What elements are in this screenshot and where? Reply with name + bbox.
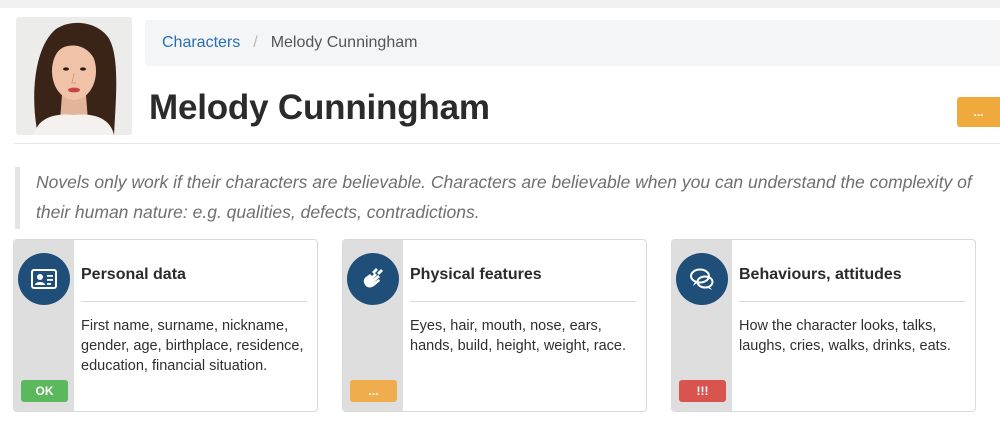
page-title: Melody Cunningham — [149, 88, 490, 127]
card-personal-data[interactable]: OK Personal data First name, surname, ni… — [13, 239, 318, 412]
character-portrait — [16, 17, 132, 135]
card-behaviours-attitudes[interactable]: !!! Behaviours, attitudes How the charac… — [671, 239, 976, 412]
card-sidebar: !!! — [672, 240, 732, 411]
card-sidebar: OK — [14, 240, 74, 411]
header-divider — [14, 143, 1000, 144]
status-badge-alert: !!! — [679, 380, 726, 402]
breadcrumb-characters-link[interactable]: Characters — [162, 34, 240, 52]
card-content: Physical features Eyes, hair, mouth, nos… — [410, 240, 636, 356]
card-title: Physical features — [410, 266, 636, 302]
card-sidebar: ... — [343, 240, 403, 411]
more-options-button[interactable]: ... — [957, 97, 1000, 127]
top-bar — [0, 0, 1000, 8]
status-badge-ok: OK — [21, 380, 68, 402]
card-title: Personal data — [81, 266, 307, 302]
card-content: Behaviours, attitudes How the character … — [739, 240, 965, 356]
chat-bubbles-icon — [676, 253, 728, 305]
card-content: Personal data First name, surname, nickn… — [81, 240, 307, 376]
breadcrumb-current: Melody Cunningham — [270, 34, 418, 51]
card-title: Behaviours, attitudes — [739, 266, 965, 302]
id-card-icon — [18, 253, 70, 305]
avatar — [16, 17, 132, 135]
card-description: Eyes, hair, mouth, nose, ears, hands, bu… — [410, 318, 627, 354]
status-badge-pending: ... — [350, 380, 397, 402]
card-description: First name, surname, nickname, gender, a… — [81, 318, 304, 374]
sign-language-icon — [347, 253, 399, 305]
breadcrumb: Characters / Melody Cunningham — [145, 20, 1000, 66]
intro-quote: Novels only work if their characters are… — [15, 167, 985, 229]
breadcrumb-separator: / — [253, 34, 258, 51]
card-description: How the character looks, talks, laughs, … — [739, 318, 951, 354]
card-physical-features[interactable]: ... Physical features Eyes, hair, mouth,… — [342, 239, 647, 412]
